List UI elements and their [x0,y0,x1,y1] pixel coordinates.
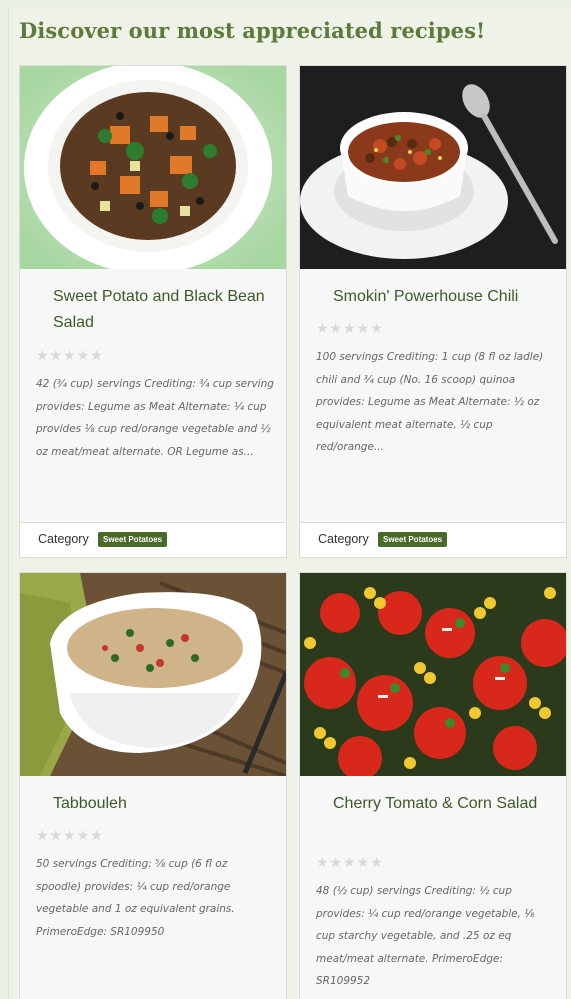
category-label: Category [38,532,89,546]
recipe-description: 50 servings Crediting: ⅝ cup (6 fl oz sp… [36,858,235,938]
section-heading: Discover our most appreciated recipes! [19,18,486,43]
rating-stars[interactable]: ★★★★★ [36,828,104,844]
recipes-section: Discover our most appreciated recipes! S… [8,8,571,999]
recipe-photo[interactable] [20,573,286,776]
recipe-photo[interactable] [300,66,566,269]
recipe-description: 42 (¾ cup) servings Crediting: ¾ cup ser… [36,378,274,458]
recipe-description: 100 servings Crediting: 1 cup (8 fl oz l… [316,351,544,453]
recipe-card[interactable]: Smokin' Powerhouse Chili ★★★★★ 100 servi… [299,65,567,558]
recipe-title[interactable]: Tabbouleh [53,791,273,817]
category-badge[interactable]: Sweet Potatoes [98,532,168,547]
rating-stars[interactable]: ★★★★★ [36,348,104,364]
recipe-title[interactable]: Sweet Potato and Black Bean Salad [53,284,273,336]
recipe-title[interactable]: Cherry Tomato & Corn Salad [333,791,553,817]
recipe-card[interactable]: Cherry Tomato & Corn Salad ★★★★★ 48 (½ c… [299,572,567,999]
rating-stars[interactable]: ★★★★★ [316,321,384,337]
recipe-photo[interactable] [20,66,286,269]
recipe-photo[interactable] [300,573,566,776]
recipe-card[interactable]: Tabbouleh ★★★★★ 50 servings Crediting: ⅝… [19,572,287,999]
rating-stars[interactable]: ★★★★★ [316,855,384,871]
category-label: Category [318,532,369,546]
category-badge[interactable]: Sweet Potatoes [378,532,448,547]
recipe-description: 48 (½ cup) servings Crediting: ½ cup pro… [316,885,535,987]
recipe-footer: Category Sweet Potatoes [19,522,287,558]
recipe-title[interactable]: Smokin' Powerhouse Chili [333,284,553,310]
recipe-card[interactable]: Sweet Potato and Black Bean Salad ★★★★★ … [19,65,287,558]
recipe-footer: Category Sweet Potatoes [299,522,567,558]
